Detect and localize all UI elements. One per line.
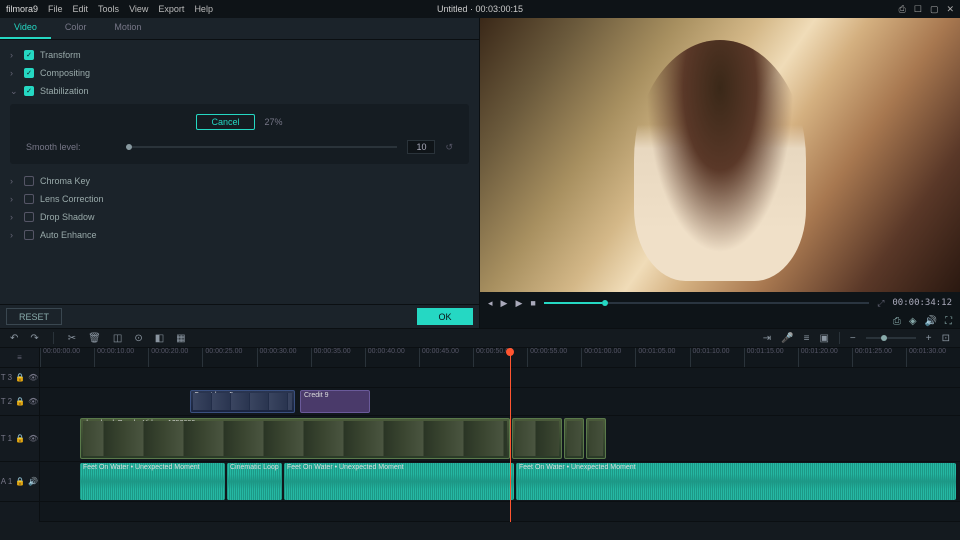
checkbox-icon[interactable] <box>24 212 34 222</box>
clip-audio2[interactable]: Cinematic Loop <box>227 463 282 500</box>
marker-icon[interactable]: ⇥ <box>763 333 771 344</box>
checkbox-icon[interactable]: ✓ <box>24 50 34 60</box>
menu-export[interactable]: Export <box>158 4 184 14</box>
menu-help[interactable]: Help <box>194 4 213 14</box>
prop-drop-shadow[interactable]: ›Drop Shadow <box>10 208 469 226</box>
smooth-slider[interactable] <box>126 146 397 148</box>
mute-icon[interactable]: 🔊 <box>28 477 38 486</box>
eye-icon[interactable]: 👁 <box>28 434 38 443</box>
clip-main2[interactable] <box>512 418 562 459</box>
clip-audio4[interactable]: Feet On Water • Unexpected Moment <box>516 463 956 500</box>
reset-field-icon[interactable]: ↺ <box>445 142 453 153</box>
prop-chroma-key[interactable]: ›Chroma Key <box>10 172 469 190</box>
clip-countdown[interactable]: Countdown5 <box>190 390 295 413</box>
track-manage-icon[interactable]: ≡ <box>17 353 22 362</box>
track-a1[interactable]: Feet On Water • Unexpected Moment Cinema… <box>40 462 960 502</box>
lock-icon[interactable]: 🔒 <box>15 477 25 486</box>
redo-icon[interactable]: ↷ <box>30 333 38 344</box>
clip-main3[interactable] <box>564 418 584 459</box>
lock-icon[interactable]: 🔒 <box>15 434 25 443</box>
checkbox-icon[interactable] <box>24 176 34 186</box>
menu-file[interactable]: File <box>48 4 63 14</box>
zoom-fit-icon[interactable]: ⊡ <box>942 333 950 344</box>
next-frame-icon[interactable]: ▶ <box>515 298 522 309</box>
menu-view[interactable]: View <box>129 4 148 14</box>
menubar: filmora9 File Edit Tools View Export Hel… <box>0 0 960 18</box>
progress-value: 27% <box>265 117 283 127</box>
eye-icon[interactable]: 👁 <box>28 373 38 382</box>
checkbox-icon[interactable] <box>24 194 34 204</box>
undo-icon[interactable]: ↶ <box>10 333 18 344</box>
clip-main1[interactable]: download_Pexels_Videos_1253686… <box>80 418 510 459</box>
quality-icon[interactable]: ◈ <box>909 316 917 327</box>
stop-icon[interactable]: ■ <box>530 298 535 308</box>
tab-color[interactable]: Color <box>51 18 101 39</box>
color-icon[interactable]: ◧ <box>155 333 164 344</box>
play-icon[interactable]: ▶ <box>501 298 508 309</box>
menu-tools[interactable]: Tools <box>98 4 119 14</box>
track-t3[interactable] <box>40 368 960 388</box>
playhead[interactable] <box>510 348 511 522</box>
lock-icon[interactable]: 🔒 <box>15 397 25 406</box>
zoom-in-icon[interactable]: + <box>926 333 932 344</box>
track-t2[interactable]: Countdown5 Credit 9 <box>40 388 960 416</box>
prop-lens-correction[interactable]: ›Lens Correction <box>10 190 469 208</box>
snapshot-icon[interactable]: ⎙ <box>893 316 901 327</box>
checkbox-icon[interactable] <box>24 230 34 240</box>
lock-icon[interactable]: 🔒 <box>15 373 25 382</box>
smooth-label: Smooth level: <box>26 142 116 152</box>
prop-compositing[interactable]: ›✓Compositing <box>10 64 469 82</box>
mic-icon[interactable]: 🎤 <box>781 333 793 344</box>
eye-icon[interactable]: 👁 <box>28 397 38 406</box>
restore-icon[interactable]: ☐ <box>914 4 922 15</box>
reset-button[interactable]: RESET <box>6 308 62 325</box>
delete-icon[interactable]: 🗑 <box>88 333 101 344</box>
prop-transform[interactable]: ›✓Transform <box>10 46 469 64</box>
preview-panel: ◂ ▶ ▶ ■ ⤢ 00:00:34:12 ⎙ ◈ 🔊 ⛶ <box>480 18 960 328</box>
app-logo: filmora9 <box>6 4 38 14</box>
progress-bar[interactable] <box>544 302 869 304</box>
prev-frame-icon[interactable]: ◂ <box>488 298 493 309</box>
prop-auto-enhance[interactable]: ›Auto Enhance <box>10 226 469 244</box>
volume-icon[interactable]: 🔊 <box>925 316 937 327</box>
mixer-icon[interactable]: ≡ <box>804 333 810 344</box>
ok-button[interactable]: OK <box>417 308 473 325</box>
track-empty[interactable] <box>40 502 960 522</box>
prop-stabilization[interactable]: ⌄✓Stabilization <box>10 82 469 100</box>
speed-icon[interactable]: ⊙ <box>134 333 142 344</box>
zoom-out-icon[interactable]: − <box>850 333 856 344</box>
track-t1[interactable]: download_Pexels_Videos_1253686… <box>40 416 960 462</box>
tab-video[interactable]: Video <box>0 18 51 39</box>
smooth-input[interactable] <box>407 140 435 154</box>
timeline: ≡ T 3🔒👁 T 2🔒👁 T 1🔒👁 A 1🔒🔊 00:00:00.0000:… <box>0 348 960 522</box>
document-title: Untitled · 00:03:00:15 <box>437 4 523 14</box>
timeline-toolbar: ↶ ↷ ✂ 🗑 ◫ ⊙ ◧ ▦ ⇥ 🎤 ≡ ▣ − + ⊡ <box>0 328 960 348</box>
clip-main4[interactable] <box>586 418 606 459</box>
crop-icon[interactable]: ◫ <box>113 333 122 344</box>
cut-icon[interactable]: ✂ <box>68 333 76 344</box>
clip-credit[interactable]: Credit 9 <box>300 390 370 413</box>
close-icon[interactable]: ✕ <box>946 4 954 15</box>
maximize-icon[interactable]: ▢ <box>930 4 939 15</box>
tab-motion[interactable]: Motion <box>100 18 155 39</box>
timecode: 00:00:34:12 <box>892 298 952 308</box>
cancel-button[interactable]: Cancel <box>196 114 254 130</box>
video-preview[interactable] <box>480 18 960 292</box>
clip-audio3[interactable]: Feet On Water • Unexpected Moment <box>284 463 514 500</box>
green-screen-icon[interactable]: ▦ <box>176 333 185 344</box>
properties-panel: Video Color Motion ›✓Transform ›✓Composi… <box>0 18 480 328</box>
menu-edit[interactable]: Edit <box>73 4 89 14</box>
checkbox-icon[interactable]: ✓ <box>24 68 34 78</box>
zoom-slider[interactable] <box>866 337 916 339</box>
checkbox-icon[interactable]: ✓ <box>24 86 34 96</box>
expand-icon[interactable]: ⤢ <box>877 298 884 309</box>
fullscreen-icon[interactable]: ⛶ <box>945 316 952 327</box>
clip-audio1[interactable]: Feet On Water • Unexpected Moment <box>80 463 225 500</box>
save-icon[interactable]: ⎙ <box>899 4 906 15</box>
time-ruler[interactable]: 00:00:00.0000:00:10.0000:00:20.0000:00:2… <box>40 348 960 368</box>
render-icon[interactable]: ▣ <box>819 333 828 344</box>
